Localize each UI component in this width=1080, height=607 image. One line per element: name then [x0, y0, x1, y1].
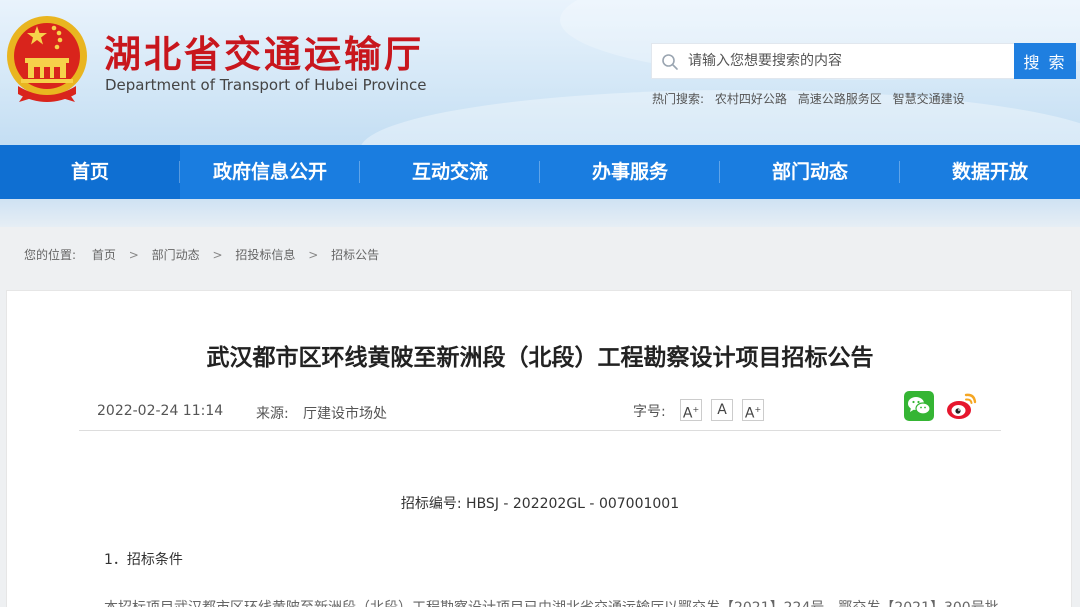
search-button[interactable]: 搜 索 — [1014, 43, 1076, 79]
breadcrumb-separator: > — [308, 248, 319, 262]
font-size-medium-button[interactable]: A — [711, 399, 733, 421]
nav-shadow — [0, 199, 1080, 227]
search-box — [651, 43, 1015, 79]
nav-item-label: 数据开放 — [951, 161, 1028, 183]
hot-search-label: 热门搜索: — [652, 92, 705, 106]
breadcrumb-separator: > — [128, 248, 139, 262]
meta-divider — [79, 430, 1001, 431]
article-panel: 武汉都市区环线黄陂至新洲段（北段）工程勘察设计项目招标公告 2022-02-24… — [6, 290, 1072, 607]
breadcrumb-item-tender-notice[interactable]: 招标公告 — [331, 248, 379, 262]
nav-item-label: 部门动态 — [771, 161, 848, 183]
nav-item-label: 办事服务 — [591, 161, 668, 183]
nav-item-services[interactable]: 办事服务 — [540, 145, 720, 199]
nav-item-interaction[interactable]: 互动交流 — [360, 145, 540, 199]
site-header: 湖北省交通运输厅 Department of Transport of Hube… — [0, 0, 1080, 145]
font-size-small-button[interactable]: A+ — [742, 399, 764, 422]
nav-item-open-data[interactable]: 数据开放 — [900, 145, 1080, 199]
breadcrumb-label: 您的位置: — [24, 248, 77, 262]
tender-code: 招标编号: HBSJ - 202202GL - 007001001 — [400, 496, 680, 512]
site-title[interactable]: 湖北省交通运输厅 — [104, 24, 424, 78]
nav-item-department-news[interactable]: 部门动态 — [720, 145, 900, 199]
breadcrumb-separator: > — [212, 248, 223, 262]
hot-search-link[interactable]: 农村四好公路 — [715, 92, 787, 106]
breadcrumb-item-department-news[interactable]: 部门动态 — [152, 248, 200, 262]
article-source: 厅建设市场处 — [303, 406, 387, 422]
article-date: 2022-02-24 11:14 — [97, 403, 224, 419]
hot-search: 热门搜索: 农村四好公路 高速公路服务区 智慧交通建设 — [652, 90, 965, 107]
nav-item-government-info[interactable]: 政府信息公开 — [180, 145, 360, 199]
breadcrumb-item-bidding-info[interactable]: 招投标信息 — [235, 248, 295, 262]
font-size-label: 字号: — [633, 404, 666, 420]
breadcrumb-item-home[interactable]: 首页 — [92, 248, 116, 262]
search-icon — [662, 54, 678, 70]
hot-search-link[interactable]: 高速公路服务区 — [798, 92, 882, 106]
article-source-label: 来源: — [256, 406, 289, 422]
font-size-large-button[interactable]: A+ — [680, 399, 702, 422]
wechat-icon[interactable] — [904, 391, 934, 421]
nav-item-label: 首页 — [70, 161, 109, 183]
article-title: 武汉都市区环线黄陂至新洲段（北段）工程勘察设计项目招标公告 — [206, 345, 874, 371]
nav-item-label: 互动交流 — [411, 161, 488, 183]
national-emblem-icon[interactable] — [4, 12, 90, 104]
site-subtitle: Department of Transport of Hubei Provinc… — [105, 76, 427, 94]
search-input[interactable] — [688, 44, 1008, 78]
nav-item-label: 政府信息公开 — [212, 161, 327, 183]
article-body-text: 本招标项目武汉都市区环线黄陂至新洲段（北段）工程勘察设计项目已由湖北省交通运输厅… — [104, 597, 1004, 607]
main-nav: 首页 政府信息公开 互动交流 办事服务 部门动态 数据开放 — [0, 145, 1080, 199]
hot-search-link[interactable]: 智慧交通建设 — [893, 92, 965, 106]
weibo-icon[interactable] — [946, 391, 978, 421]
nav-item-home[interactable]: 首页 — [0, 145, 180, 199]
breadcrumb: 您的位置: 首页 > 部门动态 > 招投标信息 > 招标公告 — [24, 246, 379, 263]
section-heading: 1．招标条件 — [104, 552, 183, 568]
